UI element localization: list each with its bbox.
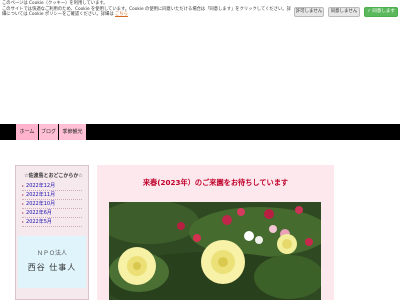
banner-npo-text: ＮＰＯ法人 <box>36 250 67 257</box>
page-headline: 来春(2023年）のご来園をお待ちしています <box>142 178 289 187</box>
archive-link[interactable]: ▸ 2022年12月 <box>22 182 82 191</box>
global-nav: ホーム ブログ 季節観光 <box>0 124 400 140</box>
archive-link-label: 2022年10月 <box>26 201 56 207</box>
main-content: 来春(2023年）のご来園をお待ちしています <box>97 165 334 300</box>
sidebar-title: ☆佐渡島とおどこからか☆ <box>24 173 83 179</box>
bullet-icon: ▸ <box>22 201 25 206</box>
bullet-icon: ▸ <box>22 210 25 215</box>
cookie-text: このページは Cookie（クッキー）を利用しています。 このサイトでは快適なご… <box>2 1 294 18</box>
archive-link[interactable]: ▸ 2022年5月 <box>22 218 82 227</box>
nav-blog[interactable]: ブログ <box>39 124 58 140</box>
peony-illustration <box>109 202 321 300</box>
nav-seasonal-tourism[interactable]: 季節観光 <box>59 124 86 140</box>
archive-link[interactable]: ▸ 2022年6月 <box>22 209 82 218</box>
bullet-icon: ▸ <box>22 219 25 224</box>
archive-link-label: 2022年11月 <box>26 192 56 198</box>
banner-org-name: 西谷 仕事人 <box>27 263 77 272</box>
disallow-button[interactable]: 同意しません <box>328 7 360 17</box>
cookie-policy-link[interactable]: こちら <box>115 12 128 17</box>
archive-link-label: 2022年6月 <box>26 210 52 216</box>
archive-list: ▸ 2022年12月 ▸ 2022年11月 ▸ 2022年10月 ▸ 2022年6月 ▸… <box>22 182 82 227</box>
cookie-line-1: このページは Cookie（クッキー）を利用しています。 <box>2 1 108 6</box>
archive-link[interactable]: ▸ 2022年10月 <box>22 200 82 209</box>
peony-garden-photo <box>109 202 321 300</box>
accept-button[interactable]: ✓ 同意します <box>364 7 398 17</box>
archive-link[interactable]: ▸ 2022年11月 <box>22 191 82 200</box>
archive-link-label: 2022年12月 <box>26 183 56 189</box>
cookie-notice: このページは Cookie（クッキー）を利用しています。 このサイトでは快適なご… <box>0 0 400 22</box>
reject-button[interactable]: 許可しません <box>294 7 324 17</box>
archive-link-label: 2022年5月 <box>26 219 52 225</box>
bullet-icon: ▸ <box>22 192 25 197</box>
bullet-icon: ▸ <box>22 183 25 188</box>
npo-banner[interactable]: ＮＰＯ法人 西谷 仕事人 <box>18 236 86 288</box>
sidebar: ☆佐渡島とおどこからか☆ ▸ 2022年12月 ▸ 2022年11月 ▸ 2022年1… <box>15 165 89 300</box>
nav-home[interactable]: ホーム <box>16 124 38 140</box>
cookie-line-2: このサイトでは快適なご利用のため、Cookie を使用しています。Cookie … <box>2 6 291 18</box>
